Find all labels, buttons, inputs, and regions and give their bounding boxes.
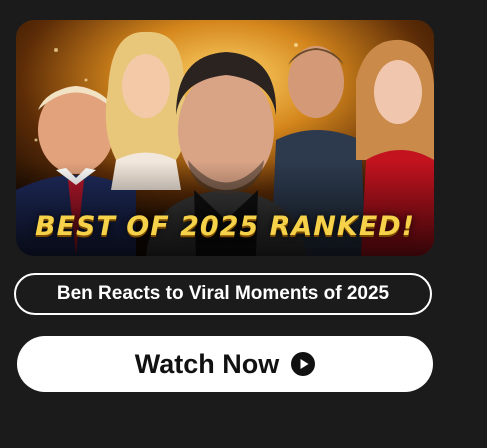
video-card: BEST OF 2025 RANKED! Ben Reacts to Viral… xyxy=(0,0,487,448)
video-thumbnail[interactable]: BEST OF 2025 RANKED! xyxy=(16,20,434,256)
watch-now-button[interactable]: Watch Now xyxy=(17,336,433,392)
video-title-pill[interactable]: Ben Reacts to Viral Moments of 2025 xyxy=(14,273,432,315)
play-circle-icon xyxy=(291,352,316,376)
watch-now-label: Watch Now xyxy=(134,348,280,379)
thumbnail-headline: BEST OF 2025 RANKED! xyxy=(34,211,415,242)
video-title: Ben Reacts to Viral Moments of 2025 xyxy=(56,283,390,304)
